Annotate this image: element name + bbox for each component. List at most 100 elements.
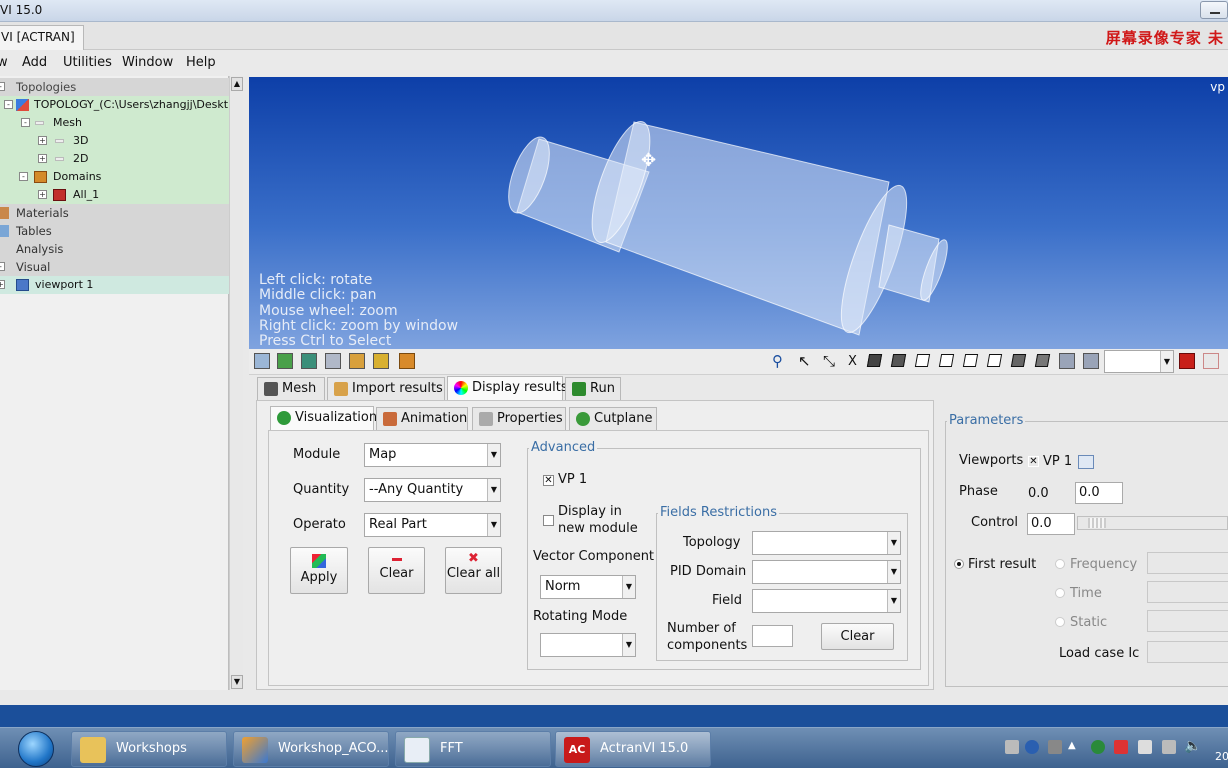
frequency-input[interactable]: [1147, 552, 1228, 574]
clear-all-button[interactable]: ✖ Clear all: [445, 547, 502, 594]
expand-icon[interactable]: +: [0, 280, 5, 289]
topology-select[interactable]: ▼: [752, 531, 901, 555]
display-new-module-checkbox[interactable]: [543, 515, 554, 526]
dropdown-arrow-icon[interactable]: ▼: [487, 444, 500, 466]
tab-display-results[interactable]: Display results: [447, 376, 568, 401]
add-mesh-icon[interactable]: [277, 353, 293, 369]
menu-window[interactable]: Window: [122, 55, 173, 70]
collapse-icon[interactable]: -: [21, 118, 30, 127]
tree-item-viewport1[interactable]: + viewport 1: [0, 276, 229, 294]
tree-item-domains[interactable]: - Domains: [0, 168, 229, 186]
collapse-icon[interactable]: -: [4, 100, 13, 109]
tree-scrollbar[interactable]: ▲ ▼: [229, 76, 243, 690]
show-hidden-icon[interactable]: ▲: [1068, 740, 1076, 751]
dropdown-arrow-icon[interactable]: ▼: [887, 532, 900, 554]
tree-item-topology[interactable]: - TOPOLOGY_(C:\Users\zhangjj\Deskt...: [0, 96, 239, 114]
tab-animation[interactable]: Animation: [376, 407, 468, 431]
import-icon[interactable]: [349, 353, 365, 369]
view-right-icon[interactable]: [962, 354, 979, 367]
expand-icon[interactable]: +: [38, 136, 47, 145]
control-slider[interactable]: [1077, 516, 1228, 530]
volume-icon[interactable]: 🔈: [1184, 738, 1201, 754]
view-front-icon[interactable]: [890, 354, 907, 367]
list-icon[interactable]: [1078, 455, 1094, 469]
clock[interactable]: 20: [1215, 750, 1228, 763]
view-cube-icon[interactable]: [866, 354, 883, 367]
chart2-icon[interactable]: [1083, 353, 1099, 369]
pid-domain-select[interactable]: ▼: [752, 560, 901, 584]
phase-input[interactable]: 0.0: [1075, 482, 1123, 504]
tab-import-results[interactable]: Import results: [327, 377, 445, 401]
view-back-icon[interactable]: [914, 354, 931, 367]
static-input[interactable]: [1147, 610, 1228, 632]
scroll-down-icon[interactable]: ▼: [231, 675, 243, 689]
frequency-radio[interactable]: [1055, 559, 1065, 569]
keyboard-icon[interactable]: [1005, 740, 1019, 754]
time-input[interactable]: [1147, 581, 1228, 603]
load-case-input[interactable]: [1147, 641, 1228, 663]
tree-item-visual[interactable]: - Visual: [0, 258, 229, 276]
tab-properties[interactable]: Properties: [472, 407, 566, 431]
view-select[interactable]: ▼: [1104, 350, 1174, 373]
add-group-icon[interactable]: [301, 353, 317, 369]
dropdown-arrow-icon[interactable]: ▼: [887, 590, 900, 612]
network-icon[interactable]: [1091, 740, 1105, 754]
tree-item-materials[interactable]: Materials: [0, 204, 229, 222]
dropdown-arrow-icon[interactable]: ▼: [622, 634, 635, 656]
clear-button[interactable]: Clear: [368, 547, 425, 594]
first-result-radio[interactable]: [954, 559, 964, 569]
field-select[interactable]: ▼: [752, 589, 901, 613]
view-left-icon[interactable]: [938, 354, 955, 367]
view-top-icon[interactable]: [986, 354, 1003, 367]
select-icon[interactable]: [325, 353, 341, 369]
dropdown-arrow-icon[interactable]: ▼: [487, 479, 500, 501]
time-radio[interactable]: [1055, 588, 1065, 598]
dropdown-arrow-icon[interactable]: ▼: [487, 514, 500, 536]
apply-button[interactable]: Apply: [290, 547, 348, 594]
menu-help[interactable]: Help: [186, 55, 216, 70]
chart-icon[interactable]: [1059, 353, 1075, 369]
dropdown-arrow-icon[interactable]: ▼: [1160, 351, 1173, 372]
probe-icon[interactable]: [399, 353, 415, 369]
minimize-button[interactable]: [1200, 1, 1228, 19]
tree-item-analysis[interactable]: Analysis: [0, 240, 229, 258]
app-tab[interactable]: VI [ACTRAN]: [0, 25, 84, 50]
quantity-select[interactable]: --Any Quantity ▼: [364, 478, 501, 502]
dropdown-arrow-icon[interactable]: ▼: [622, 576, 635, 598]
tray-icon[interactable]: [1048, 740, 1062, 754]
tree-item-topologies[interactable]: - Topologies: [0, 78, 229, 96]
scroll-up-icon[interactable]: ▲: [231, 77, 243, 91]
3d-viewport[interactable]: ✥ vp Left click: rotate Middle click: pa…: [249, 77, 1228, 349]
axis-x-label[interactable]: X: [848, 354, 857, 369]
vector-component-select[interactable]: Norm ▼: [540, 575, 636, 599]
control-input[interactable]: 0.0: [1027, 513, 1075, 535]
viewport-vp1-checkbox[interactable]: ✕: [1028, 456, 1039, 467]
menu-view[interactable]: w: [0, 55, 8, 70]
taskbar-item-workshops[interactable]: Workshops: [71, 731, 227, 767]
render-cube-icon[interactable]: [1179, 353, 1195, 369]
flag-icon[interactable]: [1114, 740, 1128, 754]
axis-icon[interactable]: ↖: [798, 352, 811, 370]
help-icon[interactable]: [1025, 740, 1039, 754]
operator-select[interactable]: Real Part ▼: [364, 513, 501, 537]
tab-cutplane[interactable]: Cutplane: [569, 407, 657, 431]
tab-mesh[interactable]: Mesh: [257, 377, 325, 401]
taskbar-item-actranvi[interactable]: AC ActranVI 15.0: [555, 731, 711, 767]
start-button[interactable]: [18, 731, 54, 767]
power-icon[interactable]: [1162, 740, 1176, 754]
expand-icon[interactable]: +: [38, 154, 47, 163]
zoom-icon[interactable]: ⚲: [772, 352, 783, 370]
menu-utilities[interactable]: Utilities: [63, 55, 112, 70]
export-icon[interactable]: [373, 353, 389, 369]
slider-thumb[interactable]: [1088, 518, 1106, 528]
grid-icon[interactable]: [254, 353, 270, 369]
tree-item-all1[interactable]: + All_1: [0, 186, 229, 204]
tree-item-3d[interactable]: + 3D: [0, 132, 229, 150]
module-select[interactable]: Map ▼: [364, 443, 501, 467]
components-input[interactable]: [752, 625, 793, 647]
rotate-axis-icon[interactable]: ⤡: [823, 352, 835, 370]
fields-clear-button[interactable]: Clear: [821, 623, 894, 650]
collapse-icon[interactable]: -: [19, 172, 28, 181]
tree-item-2d[interactable]: + 2D: [0, 150, 229, 168]
dropdown-arrow-icon[interactable]: ▼: [887, 561, 900, 583]
